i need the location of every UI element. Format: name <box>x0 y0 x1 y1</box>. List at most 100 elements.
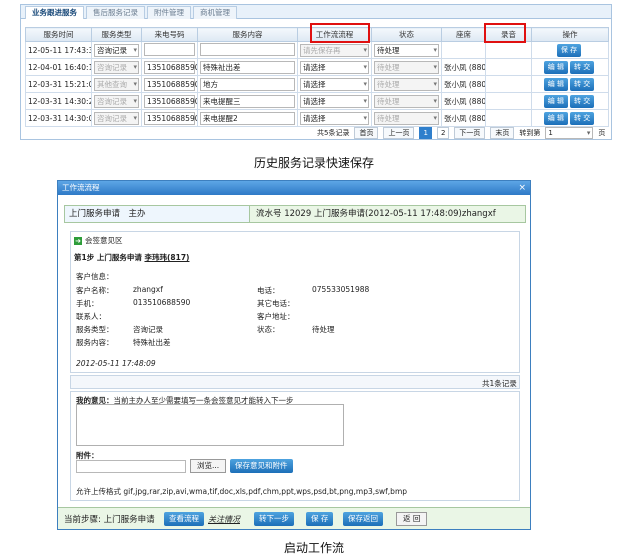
first-page-button[interactable]: 首页 <box>354 127 379 139</box>
opinion-textarea[interactable] <box>76 404 344 446</box>
caption-history-save: 历史服务记录快速保存 <box>253 156 374 170</box>
status-value: 待处理 <box>312 325 335 334</box>
close-icon[interactable]: × <box>518 181 526 195</box>
step-user-link[interactable]: 李玮玮(817) <box>144 253 189 262</box>
workflow-select[interactable]: 请先保存再 <box>300 43 369 57</box>
col-status: 状态 <box>371 27 442 42</box>
edit-button[interactable]: 编 辑 <box>543 77 568 91</box>
focus-status-link[interactable]: 关注情况 <box>208 514 240 525</box>
save-button[interactable]: 保 存 <box>556 43 582 57</box>
phone-input[interactable] <box>144 42 195 56</box>
tel-value: 075533051988 <box>312 285 370 294</box>
phone-input[interactable]: 13510688590 <box>144 94 197 108</box>
tab-after-sales[interactable]: 售后服务记录 <box>86 6 145 19</box>
service-content-value: 特殊祉出差 <box>133 338 171 347</box>
save-opinion-button[interactable]: 保存意见和附件 <box>230 459 293 473</box>
status-select[interactable]: 待处理 <box>374 43 439 57</box>
flow-serial: 流水号 12029 上门服务申请(2012-05-11 17:48:09)zha… <box>249 206 525 222</box>
edit-button[interactable]: 编 辑 <box>543 60 568 74</box>
status-select[interactable]: 待处理 <box>374 60 439 74</box>
service-type-select[interactable]: 咨询记录 <box>94 60 139 74</box>
edit-button[interactable]: 编 辑 <box>543 94 568 108</box>
cell-seat: 张小凤 (880) <box>441 58 486 76</box>
page-select[interactable]: 1 <box>545 127 594 139</box>
tab-opportunities[interactable]: 商机管理 <box>193 6 237 19</box>
workflow-select[interactable]: 请选择 <box>300 94 369 108</box>
dialog-header: 上门服务申请 主办 流水号 12029 上门服务申请(2012-05-11 17… <box>64 205 526 223</box>
phone-input[interactable]: 13510688590 <box>144 77 197 91</box>
save-button[interactable]: 保 存 <box>306 512 334 526</box>
content-input[interactable]: 来电提醒三 <box>200 94 295 108</box>
content-input[interactable]: 地方 <box>200 77 295 91</box>
status-select[interactable]: 待处理 <box>374 94 439 108</box>
address-label: 客户地址： <box>257 312 295 321</box>
table-row: 12-04-01 16:40:19 咨询记录 13510688590 特殊祉出差… <box>25 58 609 76</box>
customer-name-label: 客户名称： <box>76 286 114 295</box>
status-select[interactable]: 待处理 <box>374 77 439 91</box>
record-timestamp: 2012-05-11 17:48:09 <box>76 359 156 368</box>
workflow-dialog: 工作流流程 × 上门服务申请 主办 流水号 12029 上门服务申请(2012-… <box>57 180 531 530</box>
transfer-button[interactable]: 转 交 <box>570 111 595 125</box>
transfer-button[interactable]: 转 交 <box>570 77 595 91</box>
status-select[interactable]: 待处理 <box>374 111 439 125</box>
next-page-button[interactable]: 下一页 <box>454 127 486 139</box>
phone-input[interactable]: 13510688590 <box>144 60 197 74</box>
col-phone: 来电号码 <box>141 27 198 42</box>
workflow-select[interactable]: 请选择 <box>300 77 369 91</box>
page-1-button[interactable]: 1 <box>419 127 432 139</box>
page-unit: 页 <box>598 129 606 137</box>
view-flow-button[interactable]: 查看流程 <box>164 512 204 526</box>
tab-business-follow[interactable]: 业务跟进服务 <box>25 6 84 19</box>
service-content-label: 服务内容： <box>76 338 114 347</box>
prev-page-button[interactable]: 上一页 <box>383 127 415 139</box>
back-button[interactable]: 返 回 <box>396 512 428 526</box>
customer-info-label: 客户信息： <box>76 272 114 281</box>
last-page-button[interactable]: 末页 <box>490 127 515 139</box>
record-count: 共1条记录 <box>482 379 517 388</box>
arrow-right-icon: ➜ <box>74 237 82 245</box>
service-type-label: 服务类型： <box>76 325 114 334</box>
workflow-column-highlight <box>310 23 370 43</box>
flow-role: 上门服务申请 主办 <box>65 206 249 222</box>
cell-seat: 张小凤 (880) <box>441 109 486 127</box>
cell-time: 12-05-11 17:43:33 <box>25 41 92 59</box>
browse-button[interactable]: 浏览... <box>190 459 227 473</box>
current-step: 当前步骤: 上门服务申请 <box>64 515 155 525</box>
workflow-select[interactable]: 请选择 <box>300 111 369 125</box>
workflow-select[interactable]: 请选择 <box>300 60 369 74</box>
service-type-select[interactable]: 其他查询 <box>94 77 139 91</box>
service-type-value: 咨询记录 <box>133 325 163 334</box>
attachment-file-input[interactable] <box>76 460 186 473</box>
edit-button[interactable]: 编 辑 <box>543 111 568 125</box>
next-step-button[interactable]: 转下一步 <box>254 512 294 526</box>
mobile-label: 手机： <box>76 299 99 308</box>
table-row: 12-03-31 14:30:01 咨询记录 13510688590 来电提醒2… <box>25 109 609 127</box>
cell-time: 12-03-31 14:30:25 <box>25 92 92 110</box>
service-type-select[interactable]: 咨询记录 <box>94 43 139 57</box>
section-header: ➜ 会签意见区 <box>74 236 123 245</box>
cell-time: 12-04-01 16:40:19 <box>25 58 92 76</box>
recording-column-highlight <box>484 23 526 43</box>
dialog-titlebar: 工作流流程 × <box>58 181 530 195</box>
cell-seat: 张小凤 (880) <box>441 75 486 93</box>
tel-label: 电话： <box>257 286 280 295</box>
caption-start-workflow: 启动工作流 <box>283 541 344 555</box>
col-service-type: 服务类型 <box>91 27 142 42</box>
save-return-button[interactable]: 保存返回 <box>343 512 383 526</box>
page-2-button[interactable]: 2 <box>436 127 450 139</box>
cell-time: 12-03-31 15:21:08 <box>25 75 92 93</box>
content-input[interactable]: 特殊祉出差 <box>200 60 295 74</box>
transfer-button[interactable]: 转 交 <box>570 60 595 74</box>
dialog-title: 工作流流程 <box>62 183 100 192</box>
phone-input[interactable]: 13510688590 <box>144 111 197 125</box>
service-type-select[interactable]: 咨询记录 <box>94 94 139 108</box>
tab-attachments[interactable]: 附件管理 <box>147 6 191 19</box>
col-service-time: 服务时间 <box>25 27 92 42</box>
content-input[interactable]: 来电提醒2 <box>200 111 295 125</box>
service-type-select[interactable]: 咨询记录 <box>94 111 139 125</box>
content-input[interactable] <box>200 42 295 56</box>
transfer-button[interactable]: 转 交 <box>570 94 595 108</box>
cell-seat <box>441 41 486 59</box>
col-actions: 操作 <box>531 27 609 42</box>
dialog-footer: 当前步骤: 上门服务申请 查看流程 关注情况 转下一步 保 存 保存返回 返 回 <box>58 507 530 529</box>
